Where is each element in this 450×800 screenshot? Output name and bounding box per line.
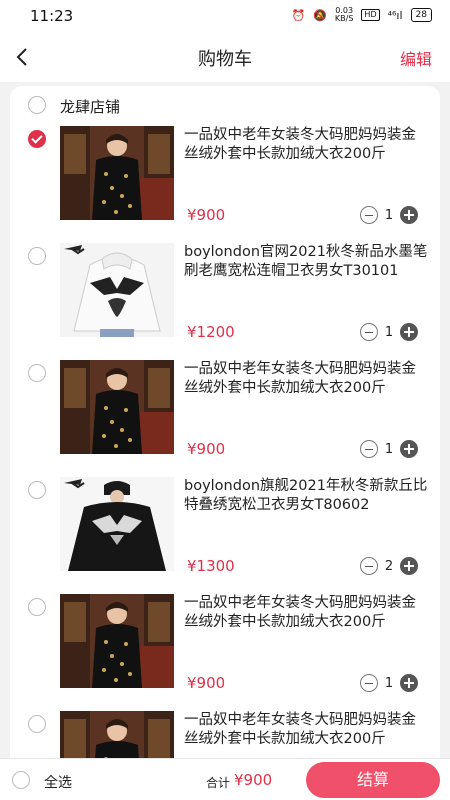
product-image-woman-black-velvet-coat[interactable] (60, 126, 174, 220)
decrease-quantity-button[interactable] (360, 674, 378, 692)
cart-item: 一品奴中老年女装冬大码肥妈妈装金丝绒外套中长款加绒大衣200斤 ¥900 1 (10, 126, 440, 243)
signal-icon: ⁴⁶ıl (387, 8, 403, 22)
checkout-button[interactable]: 结算 (306, 762, 440, 798)
quantity-value: 1 (384, 324, 394, 340)
select-all-checkbox[interactable] (12, 771, 30, 789)
item-checkbox[interactable] (28, 481, 46, 499)
item-checkbox[interactable] (28, 364, 46, 382)
product-price: ¥900 (187, 206, 226, 224)
nav-bar: 购物车 编辑 (0, 32, 450, 82)
cart-item: boylondon官网2021秋冬新品水墨笔刷老鹰宽松连帽卫衣男女T30101 … (10, 243, 440, 360)
quantity-value: 1 (384, 441, 394, 457)
shop-checkbox[interactable] (28, 96, 46, 114)
status-time: 11:23 (30, 7, 74, 25)
shop-header: 龙肆店铺 (10, 86, 440, 124)
decrease-quantity-button[interactable] (360, 206, 378, 224)
alarm-icon: ⏰ (291, 8, 306, 22)
battery-icon: 28 (410, 8, 432, 22)
product-title[interactable]: 一品奴中老年女装冬大码肥妈妈装金丝绒外套中长款加绒大衣200斤 (184, 126, 430, 164)
product-title[interactable]: 一品奴中老年女装冬大码肥妈妈装金丝绒外套中长款加绒大衣200斤 (184, 360, 430, 398)
product-image-white-hoodie-eagle[interactable] (60, 243, 174, 337)
item-checkbox[interactable] (28, 598, 46, 616)
increase-quantity-button[interactable] (400, 557, 418, 575)
product-title[interactable]: boylondon旗舰2021年秋冬新款丘比特叠绣宽松卫衣男女T80602 (184, 477, 430, 515)
product-title[interactable]: boylondon官网2021秋冬新品水墨笔刷老鹰宽松连帽卫衣男女T30101 (184, 243, 430, 281)
quantity-value: 1 (384, 675, 394, 691)
decrease-quantity-button[interactable] (360, 440, 378, 458)
product-title[interactable]: 一品奴中老年女装冬大码肥妈妈装金丝绒外套中长款加绒大衣200斤 (184, 594, 430, 632)
quantity-stepper: 1 (360, 323, 418, 341)
cart-item: 一品奴中老年女装冬大码肥妈妈装金丝绒外套中长款加绒大衣200斤 ¥900 1 (10, 360, 440, 477)
product-image-black-sweatshirt-eagle[interactable] (60, 477, 174, 571)
quantity-value: 2 (384, 558, 394, 574)
item-checkbox[interactable] (28, 130, 46, 148)
quantity-value: 1 (384, 207, 394, 223)
product-title[interactable]: 一品奴中老年女装冬大码肥妈妈装金丝绒外套中长款加绒大衣200斤 (184, 711, 430, 749)
quantity-stepper: 1 (360, 206, 418, 224)
increase-quantity-button[interactable] (400, 323, 418, 341)
item-checkbox[interactable] (28, 247, 46, 265)
cart-item: 一品奴中老年女装冬大码肥妈妈装金丝绒外套中长款加绒大衣200斤 (10, 711, 440, 758)
shop-name[interactable]: 龙肆店铺 (60, 96, 120, 117)
decrease-quantity-button[interactable] (360, 557, 378, 575)
select-all-label[interactable]: 全选 (44, 772, 72, 792)
cart-item: boylondon旗舰2021年秋冬新款丘比特叠绣宽松卫衣男女T80602 ¥1… (10, 477, 440, 594)
decrease-quantity-button[interactable] (360, 323, 378, 341)
product-price: ¥900 (187, 674, 226, 692)
back-arrow-icon[interactable] (8, 42, 38, 72)
shop-card: 龙肆店铺 一品奴中老年女装冬大码肥妈妈装金丝绒外套中长款加绒大衣200斤 ¥90… (10, 86, 440, 758)
increase-quantity-button[interactable] (400, 440, 418, 458)
edit-button[interactable]: 编辑 (400, 46, 432, 70)
product-image-woman-black-velvet-coat[interactable] (60, 711, 174, 758)
network-speed: 0.03 KB/S (335, 7, 354, 23)
quantity-stepper: 2 (360, 557, 418, 575)
hd-badge: HD (361, 9, 380, 21)
total-label: 合计 (206, 776, 231, 790)
item-checkbox[interactable] (28, 715, 46, 733)
status-icons: ⏰ 🔕 0.03 KB/S HD ⁴⁶ıl 28 (291, 7, 432, 23)
product-image-woman-black-velvet-coat[interactable] (60, 360, 174, 454)
quantity-stepper: 1 (360, 440, 418, 458)
cart-content: 龙肆店铺 一品奴中老年女装冬大码肥妈妈装金丝绒外套中长款加绒大衣200斤 ¥90… (0, 82, 450, 758)
product-price: ¥1200 (187, 323, 235, 341)
checkout-bar: 全选 合计 ¥900 结算 (0, 758, 450, 800)
product-image-woman-black-velvet-coat[interactable] (60, 594, 174, 688)
status-bar: 11:23 ⏰ 🔕 0.03 KB/S HD ⁴⁶ıl 28 (0, 0, 450, 32)
speed-unit: KB/S (334, 14, 354, 23)
product-price: ¥900 (187, 440, 226, 458)
page-title: 购物车 (198, 49, 252, 70)
mute-icon: 🔕 (313, 8, 327, 22)
increase-quantity-button[interactable] (400, 674, 418, 692)
increase-quantity-button[interactable] (400, 206, 418, 224)
total-price: ¥900 (234, 771, 273, 789)
quantity-stepper: 1 (360, 674, 418, 692)
cart-item: 一品奴中老年女装冬大码肥妈妈装金丝绒外套中长款加绒大衣200斤 ¥900 1 (10, 594, 440, 711)
product-price: ¥1300 (187, 557, 235, 575)
